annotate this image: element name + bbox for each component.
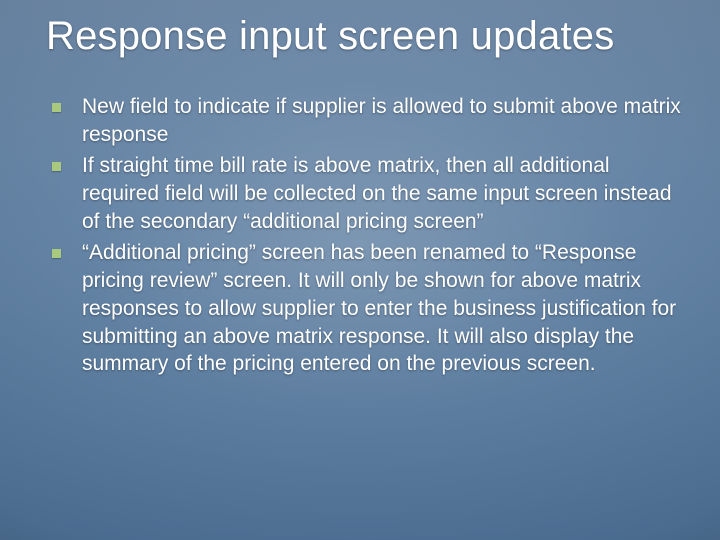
square-bullet-icon: [52, 249, 61, 258]
square-bullet-icon: [52, 162, 61, 171]
page-title: Response input screen updates: [46, 14, 690, 59]
list-item-text: If straight time bill rate is above matr…: [82, 154, 672, 232]
square-bullet-icon: [52, 103, 61, 112]
list-item: If straight time bill rate is above matr…: [44, 152, 686, 235]
bullet-list: New field to indicate if supplier is all…: [44, 93, 686, 378]
list-item-text: “Additional pricing” screen has been ren…: [82, 241, 676, 375]
list-item-text: New field to indicate if supplier is all…: [82, 95, 681, 146]
slide: Response input screen updates New field …: [0, 0, 720, 540]
list-item: “Additional pricing” screen has been ren…: [44, 239, 686, 378]
list-item: New field to indicate if supplier is all…: [44, 93, 686, 148]
